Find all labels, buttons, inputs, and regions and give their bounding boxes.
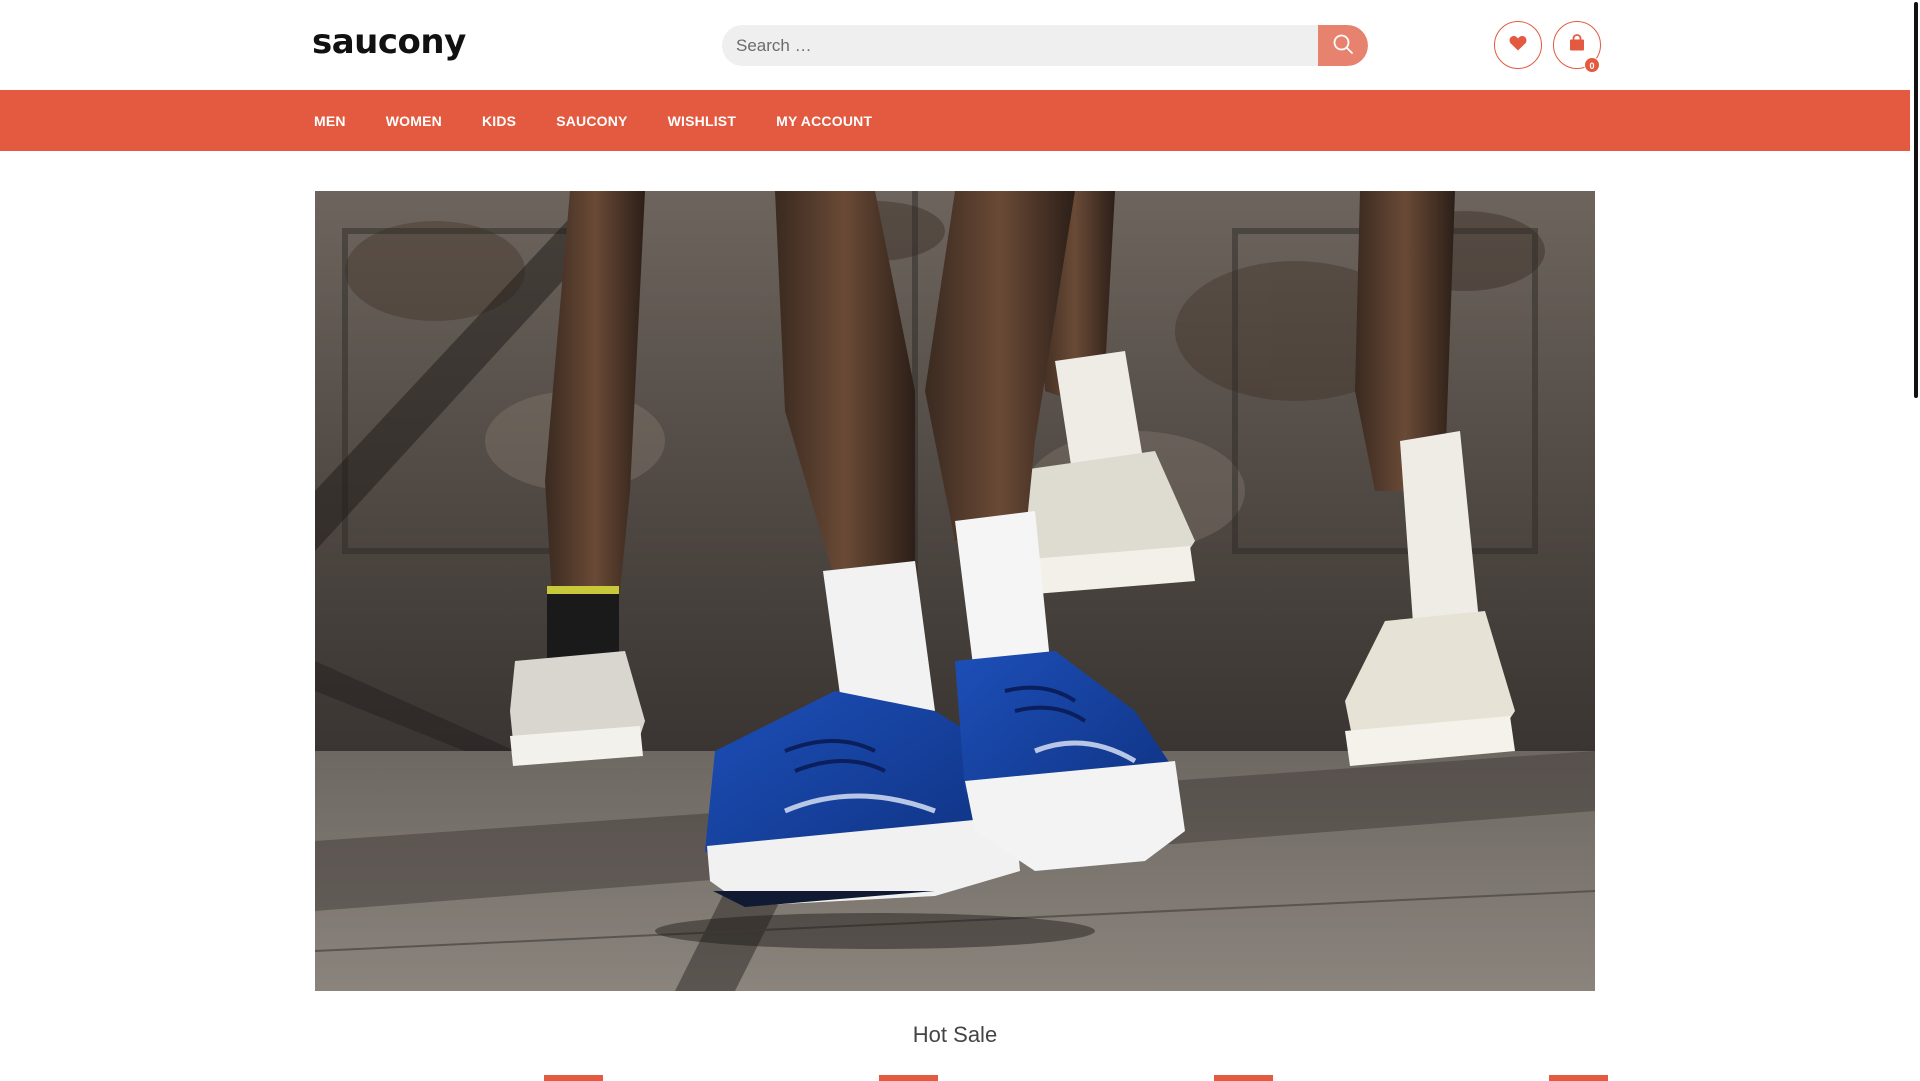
- sale-badge: [544, 1075, 603, 1081]
- shopping-bag-icon: [1568, 33, 1586, 57]
- nav-item-wishlist[interactable]: WISHLIST: [668, 107, 736, 135]
- cart-button[interactable]: 0: [1553, 21, 1601, 73]
- nav-menu: MEN WOMEN KIDS SAUCONY WISHLIST MY ACCOU…: [314, 90, 912, 151]
- nav-item-women[interactable]: WOMEN: [386, 107, 442, 135]
- page-scrollbar[interactable]: [1910, 0, 1920, 1080]
- search-icon: [1332, 33, 1354, 58]
- nav-item-kids[interactable]: KIDS: [482, 107, 516, 135]
- main-navigation: MEN WOMEN KIDS SAUCONY WISHLIST MY ACCOU…: [0, 90, 1910, 151]
- wishlist-button[interactable]: [1494, 21, 1542, 69]
- hot-sale-title: Hot Sale: [912, 1022, 998, 1047]
- nav-item-saucony[interactable]: SAUCONY: [556, 107, 627, 135]
- heart-icon: [1509, 35, 1527, 56]
- hero-image: [315, 191, 1595, 991]
- search-button[interactable]: [1318, 25, 1368, 66]
- nav-item-my-account[interactable]: MY ACCOUNT: [776, 107, 872, 135]
- search-form: [722, 25, 1368, 66]
- search-input[interactable]: [722, 25, 1318, 66]
- saucony-logo[interactable]: saucony: [312, 22, 466, 62]
- cart-count-badge: 0: [1584, 57, 1600, 73]
- sale-badge: [879, 1075, 938, 1081]
- scrollbar-thumb[interactable]: [1914, 2, 1918, 398]
- nav-item-men[interactable]: MEN: [314, 107, 346, 135]
- sale-badge: [1549, 1075, 1608, 1081]
- site-header: saucony 0: [0, 0, 1910, 90]
- hero-banner[interactable]: [315, 191, 1595, 991]
- sale-badge: [1214, 1075, 1273, 1081]
